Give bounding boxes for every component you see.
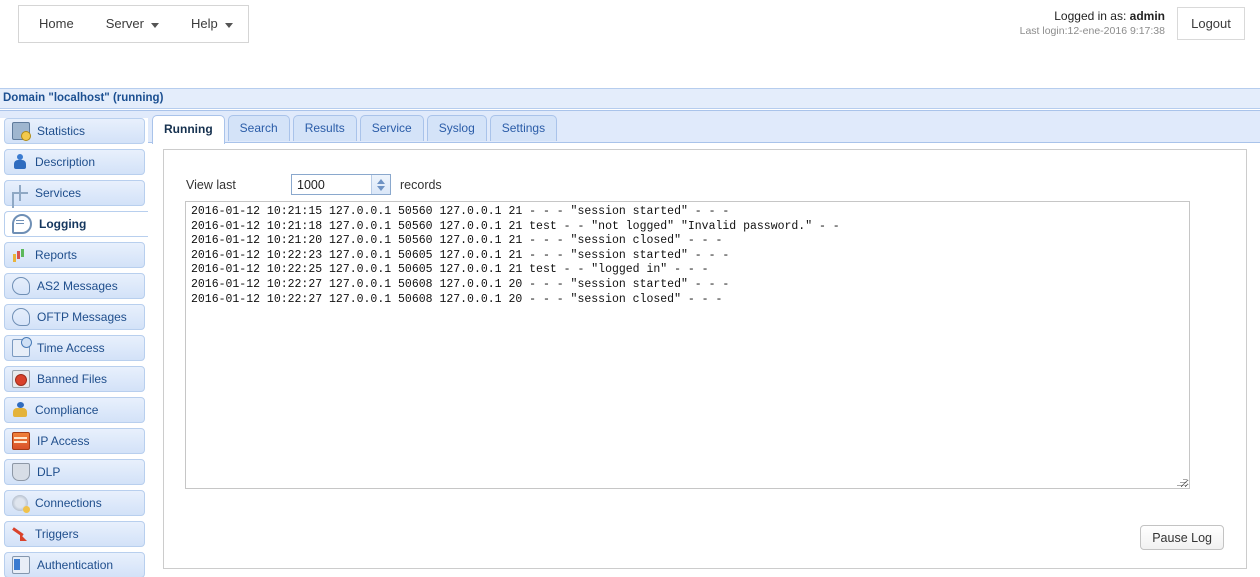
tab-results[interactable]: Results	[292, 115, 357, 141]
sidebar-item-statistics[interactable]: Statistics	[4, 118, 145, 144]
sidebar-item-description[interactable]: Description	[4, 149, 145, 175]
pause-log-button[interactable]: Pause Log	[1140, 525, 1224, 550]
nav-item-server[interactable]: Server	[90, 6, 175, 42]
logged-in-as: Logged in as: admin	[1020, 8, 1165, 24]
oftp-messages-icon	[12, 308, 30, 326]
domain-band: Domain "localhost" (running)	[0, 88, 1260, 109]
chevron-down-icon[interactable]	[377, 185, 385, 191]
chevron-down-icon	[150, 22, 159, 28]
main-nav-menu: Home Server Help	[18, 5, 249, 43]
as2-messages-icon	[12, 277, 30, 295]
logged-in-prefix: Logged in as:	[1054, 9, 1130, 23]
logging-icon	[12, 214, 32, 234]
sidebar-item-connections[interactable]: Connections	[4, 490, 145, 516]
services-icon	[12, 185, 28, 201]
logged-in-username: admin	[1129, 9, 1165, 23]
stepper-buttons[interactable]	[371, 175, 390, 194]
sidebar-item-dlp[interactable]: DLP	[4, 459, 145, 485]
sidebar-item-ip-access[interactable]: IP Access	[4, 428, 145, 454]
tab-strip: Running Search Results Service Syslog Se…	[0, 110, 1260, 144]
sidebar-item-authentication[interactable]: Authentication	[4, 552, 145, 577]
records-input[interactable]	[292, 175, 375, 194]
log-text: 2016-01-12 10:21:15 127.0.0.1 50560 127.…	[191, 205, 840, 306]
logout-button[interactable]: Logout	[1177, 7, 1245, 40]
sidebar-item-as2-messages[interactable]: AS2 Messages	[4, 273, 145, 299]
sidebar-item-label: Description	[35, 155, 96, 169]
reports-icon	[12, 247, 28, 263]
tab-service[interactable]: Service	[359, 115, 424, 141]
ip-access-icon	[12, 432, 30, 450]
tab-list: Running Search Results Service Syslog Se…	[152, 115, 558, 144]
sidebar-item-label: Connections	[35, 496, 102, 510]
tab-settings[interactable]: Settings	[489, 115, 558, 141]
triggers-icon	[12, 526, 28, 542]
nav-item-label: Help	[190, 16, 218, 31]
sidebar-item-label: Triggers	[35, 527, 79, 541]
sidebar-item-services[interactable]: Services	[4, 180, 145, 206]
sidebar-item-triggers[interactable]: Triggers	[4, 521, 145, 547]
sidebar-item-label: OFTP Messages	[37, 310, 127, 324]
sidebar-item-label: Time Access	[37, 341, 105, 355]
chevron-up-icon[interactable]	[377, 178, 385, 184]
records-stepper[interactable]	[291, 174, 391, 195]
banned-files-icon	[12, 370, 30, 388]
sidebar-item-label: Compliance	[35, 403, 99, 417]
sidebar-item-label: Banned Files	[37, 372, 108, 386]
view-last-label: View last	[186, 177, 236, 192]
tab-search[interactable]: Search	[227, 115, 290, 141]
sidebar-item-logging[interactable]: Logging	[4, 211, 148, 237]
nav-item-label: Server	[105, 16, 144, 31]
dlp-icon	[12, 463, 30, 481]
main-panel: View last records 2016-01-12 10:21:15 12…	[163, 149, 1247, 569]
sidebar-item-oftp-messages[interactable]: OFTP Messages	[4, 304, 145, 330]
tab-running[interactable]: Running	[152, 115, 225, 144]
sidebar-item-label: Reports	[35, 248, 78, 262]
last-login: Last login:12-ene-2016 9:17:38	[1019, 25, 1165, 38]
time-access-icon	[12, 337, 32, 357]
nav-item-home[interactable]: Home	[19, 6, 90, 42]
log-output-textarea[interactable]: 2016-01-12 10:21:15 127.0.0.1 50560 127.…	[185, 201, 1190, 489]
resize-grip[interactable]	[1175, 474, 1187, 486]
chevron-down-icon	[224, 22, 233, 28]
sidebar-item-label: DLP	[37, 465, 61, 479]
nav-item-help[interactable]: Help	[175, 6, 249, 42]
sidebar-item-compliance[interactable]: Compliance	[4, 397, 145, 423]
sidebar-item-label: AS2 Messages	[37, 279, 118, 293]
user-info: Logged in as: admin Last login:12-ene-20…	[1020, 8, 1165, 38]
sidebar-item-label: Services	[35, 186, 82, 200]
nav-item-label: Home	[39, 16, 74, 31]
top-bar: Home Server Help Logged in as: admin Las…	[0, 0, 1260, 48]
page-title: Domain "localhost" (running)	[3, 92, 164, 104]
statistics-icon	[12, 122, 31, 141]
connections-icon	[12, 495, 30, 513]
compliance-icon	[12, 402, 28, 418]
sidebar-item-banned-files[interactable]: Banned Files	[4, 366, 145, 392]
authentication-icon	[12, 556, 30, 574]
sidebar-item-time-access[interactable]: Time Access	[4, 335, 145, 361]
description-icon	[12, 154, 28, 170]
tab-syslog[interactable]: Syslog	[426, 115, 487, 141]
records-label: records	[400, 177, 442, 192]
sidebar-item-label: Statistics	[37, 124, 86, 138]
sidebar-item-label: IP Access	[37, 434, 90, 448]
view-last-row: View last records	[186, 174, 442, 195]
sidebar-item-label: Logging	[39, 217, 87, 231]
sidebar-item-reports[interactable]: Reports	[4, 242, 145, 268]
sidebar: Statistics Description Services Logging Repo…	[0, 118, 148, 577]
sidebar-item-label: Authentication	[37, 558, 114, 572]
